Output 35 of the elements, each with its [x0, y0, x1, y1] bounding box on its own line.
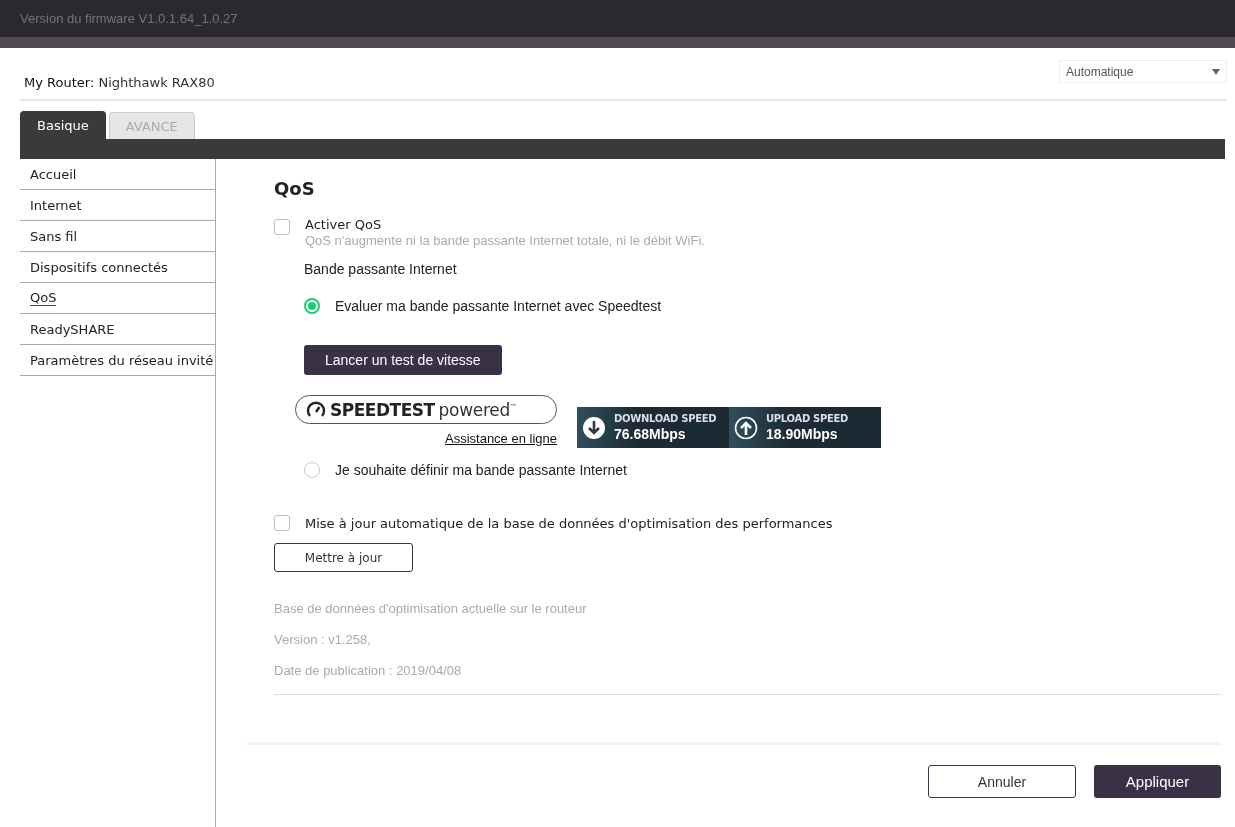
language-select[interactable]: Automatique [1059, 60, 1227, 83]
speedtest-button[interactable]: Lancer un test de vitesse [304, 345, 502, 375]
checkbox[interactable] [274, 515, 290, 531]
sidebar-item[interactable]: ReadySHARE [30, 321, 115, 337]
sidebar-item[interactable]: QoS [30, 290, 57, 306]
page-title: QoS [274, 178, 316, 199]
info-text: Version : v1.258, [274, 631, 372, 649]
checkbox-label: Activer QoS [305, 217, 383, 232]
help-link[interactable]: Assistance en ligne [445, 431, 557, 446]
section-label: Bande passante Internet [304, 261, 458, 277]
router-name: My Router: Nighthawk RAX80 [24, 75, 215, 90]
speed-value: 18.90Mbps [766, 426, 839, 442]
checkbox[interactable] [274, 219, 290, 235]
sidebar-item[interactable]: Accueil [30, 166, 77, 182]
info-text: Date de publication : 2019/04/08 [274, 662, 463, 680]
gauge-icon [306, 400, 326, 419]
tab[interactable]: Basique [20, 111, 106, 139]
sidebar-item[interactable]: Paramètres du réseau invité [30, 352, 214, 368]
sidebar-item[interactable]: Sans fil [30, 228, 78, 244]
sidebar-item[interactable]: Dispositifs connectés [30, 259, 168, 275]
cancel-button[interactable]: Annuler [928, 765, 1076, 798]
checkbox-label: Mise à jour automatique de la base de données d'optimisation des performances [305, 515, 833, 531]
speed-label: DOWNLOAD SPEED [614, 413, 717, 424]
firmware-version: Version du firmware V1.0.1.64_1.0.27 [20, 11, 238, 26]
radio-label: Je souhaite définir ma bande passante Internet [335, 462, 627, 478]
info-text: Base de données d'optimisation actuelle sur le routeur [274, 600, 588, 618]
apply-button[interactable]: Appliquer [1094, 765, 1221, 798]
sidebar-item[interactable]: Internet [30, 197, 82, 213]
radio-label: Evaluer ma bande passante Internet avec Speedtest [335, 298, 662, 314]
hint-text: QoS n'augmente ni la bande passante Internet totale, ni le débit WiFi. [305, 233, 705, 248]
speed-value: 76.68Mbps [614, 426, 687, 442]
radio-button[interactable] [304, 298, 320, 314]
update-button[interactable]: Mettre à jour [274, 543, 413, 572]
caret-icon [1212, 68, 1220, 75]
speed-label: UPLOAD SPEED [766, 413, 849, 424]
